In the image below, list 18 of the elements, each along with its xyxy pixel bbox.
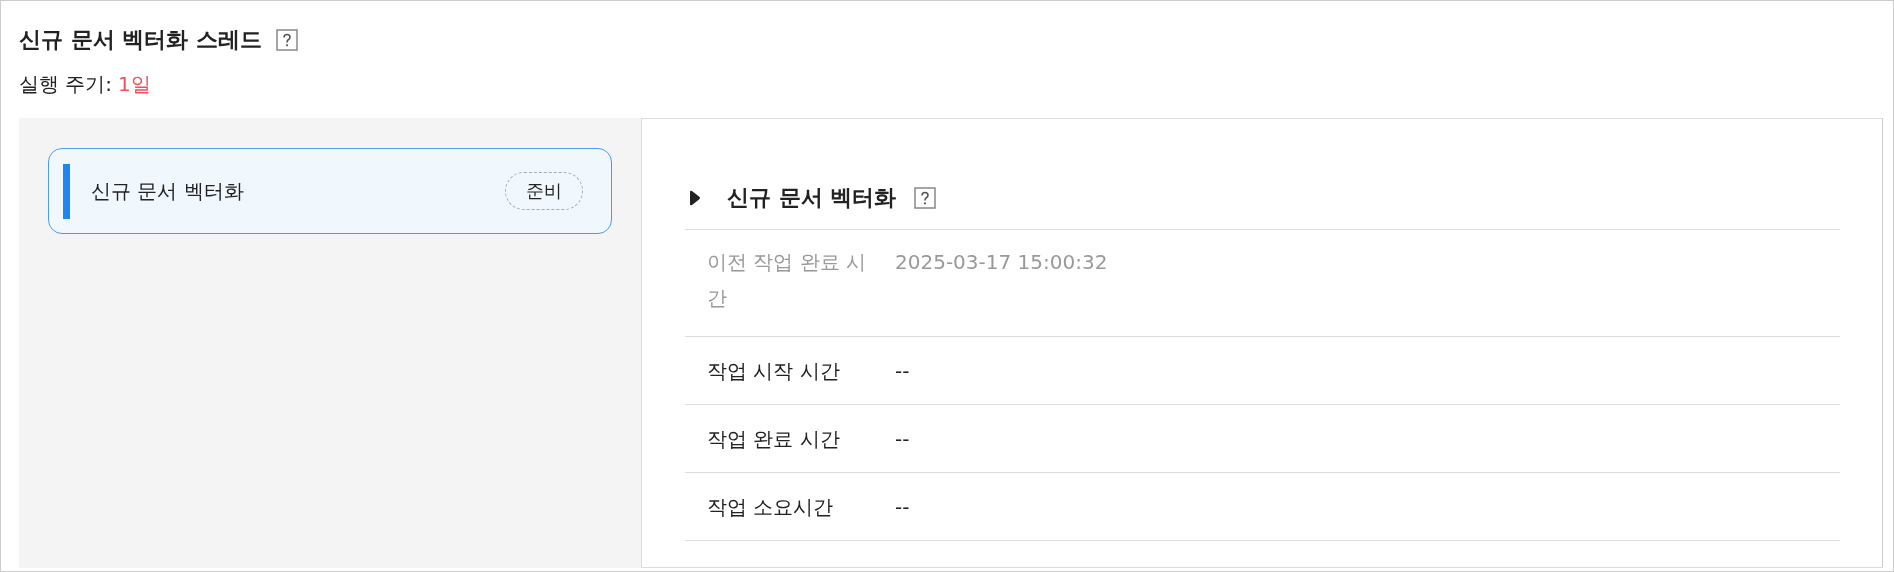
section-title: 신규 문서 벡터화 (727, 184, 897, 212)
cycle-label: 실행 주기: (19, 71, 113, 98)
page-title: 신규 문서 벡터화 스레드 (19, 26, 262, 54)
help-icon[interactable] (914, 187, 937, 209)
help-icon[interactable] (276, 29, 298, 51)
task-card[interactable]: 신규 문서 벡터화 준비 (48, 148, 612, 234)
field-value: -- (895, 425, 910, 453)
field-value: -- (895, 357, 910, 385)
field-label: 작업 시작 시간 (707, 357, 841, 385)
cycle-value: 1일 (118, 71, 151, 98)
field-value: 2025-03-17 15:00:32 (895, 249, 1108, 276)
field-label: 이전 작업 완료 시간 (707, 249, 867, 312)
field-label: 작업 완료 시간 (707, 425, 841, 453)
selection-bar (63, 164, 70, 219)
field-label: 작업 소요시간 (707, 493, 835, 521)
field-value: -- (895, 493, 910, 521)
task-name: 신규 문서 벡터화 (91, 177, 244, 205)
bullet-icon (689, 190, 701, 206)
